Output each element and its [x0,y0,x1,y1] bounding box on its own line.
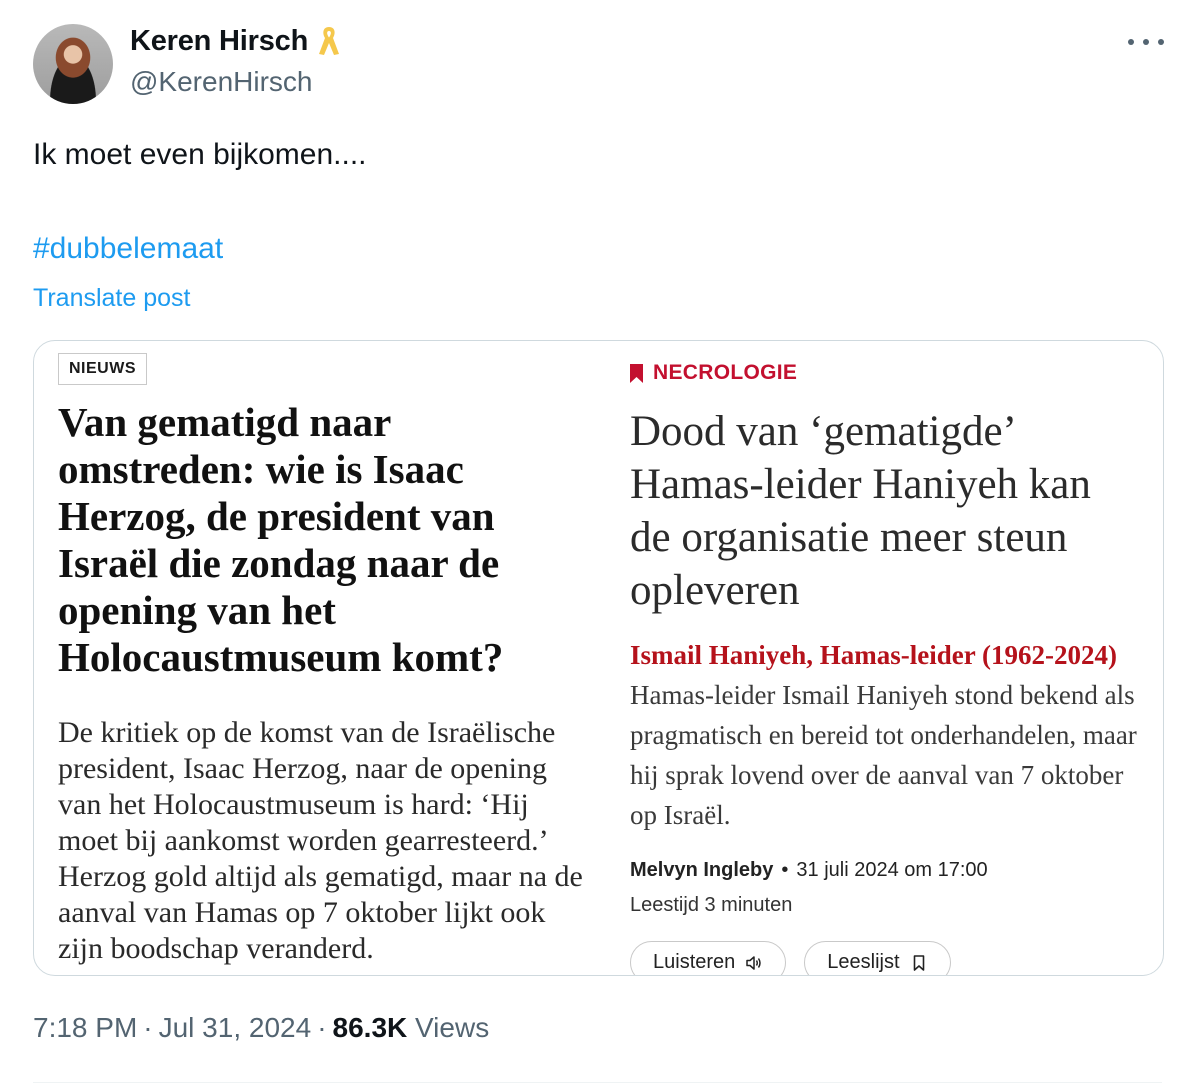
left-article-headline: Van gematigd naar omstreden: wie is Isaa… [58,399,504,680]
yellow-ribbon-icon [319,27,340,55]
listen-button: Luisteren [630,941,787,975]
bookmark-outline-icon [913,954,924,971]
article-author: Melvyn Ingleby [630,859,774,881]
author-handle[interactable]: @KerenHirsch [130,66,312,98]
author-display-name[interactable]: Keren Hirsch [130,25,308,58]
bookmark-icon [630,363,643,383]
author-name-row: Keren Hirsch [130,24,342,58]
divider [33,1082,1162,1083]
embedded-screenshot-card[interactable]: NIEUWS Van gematigd naar omstreden: wie … [33,340,1164,976]
lede-highlight: Ismail Haniyeh, Hamas-leider (1962-2024) [630,640,1117,670]
right-article-lede: Ismail Haniyeh, Hamas-leider (1962-2024)… [630,635,1140,835]
left-article-body: De kritiek op de komst van de Israëlisch… [58,716,583,965]
reading-list-label: Leeslijst [827,951,900,973]
author-avatar[interactable] [33,24,113,104]
listen-label: Luisteren [653,951,736,973]
reading-list-button: Leeslijst [804,941,951,975]
speaker-icon [746,955,762,970]
post-meta: 7:18 PM · Jul 31, 2024 · 86.3K Views [33,1012,490,1043]
post-time[interactable]: 7:18 PM [33,1012,137,1043]
section-label-necrologie: NECROLOGIE [630,361,1140,385]
more-options-icon[interactable] [1128,30,1164,54]
post-date[interactable]: Jul 31, 2024 [159,1012,312,1043]
article-actions: Luisteren Leeslijst [630,941,1140,975]
hashtag-link[interactable]: #dubbelemaat [33,232,223,266]
left-article: NIEUWS Van gematigd naar omstreden: wie … [58,353,588,967]
right-article: NECROLOGIE Dood van ‘gematigde’ Hamas-le… [630,361,1140,975]
section-badge-nieuws: NIEUWS [58,353,147,385]
tweet-text: Ik moet even bijkomen.... [33,138,367,171]
views-count[interactable]: 86.3K [333,1012,408,1043]
views-label: Views [415,1012,490,1043]
translate-post-link[interactable]: Translate post [33,284,190,313]
lede-text: Hamas-leider Ismail Haniyeh stond bekend… [630,680,1137,830]
right-article-headline: Dood van ‘gematigde’ Hamas-leider Haniye… [630,408,1091,614]
necrologie-label: NECROLOGIE [653,361,798,384]
article-date: 31 juli 2024 om 17:00 [796,859,988,881]
read-time: Leestijd 3 minuten [630,894,793,916]
byline: Melvyn Ingleby • 31 juli 2024 om 17:00 [630,859,988,881]
